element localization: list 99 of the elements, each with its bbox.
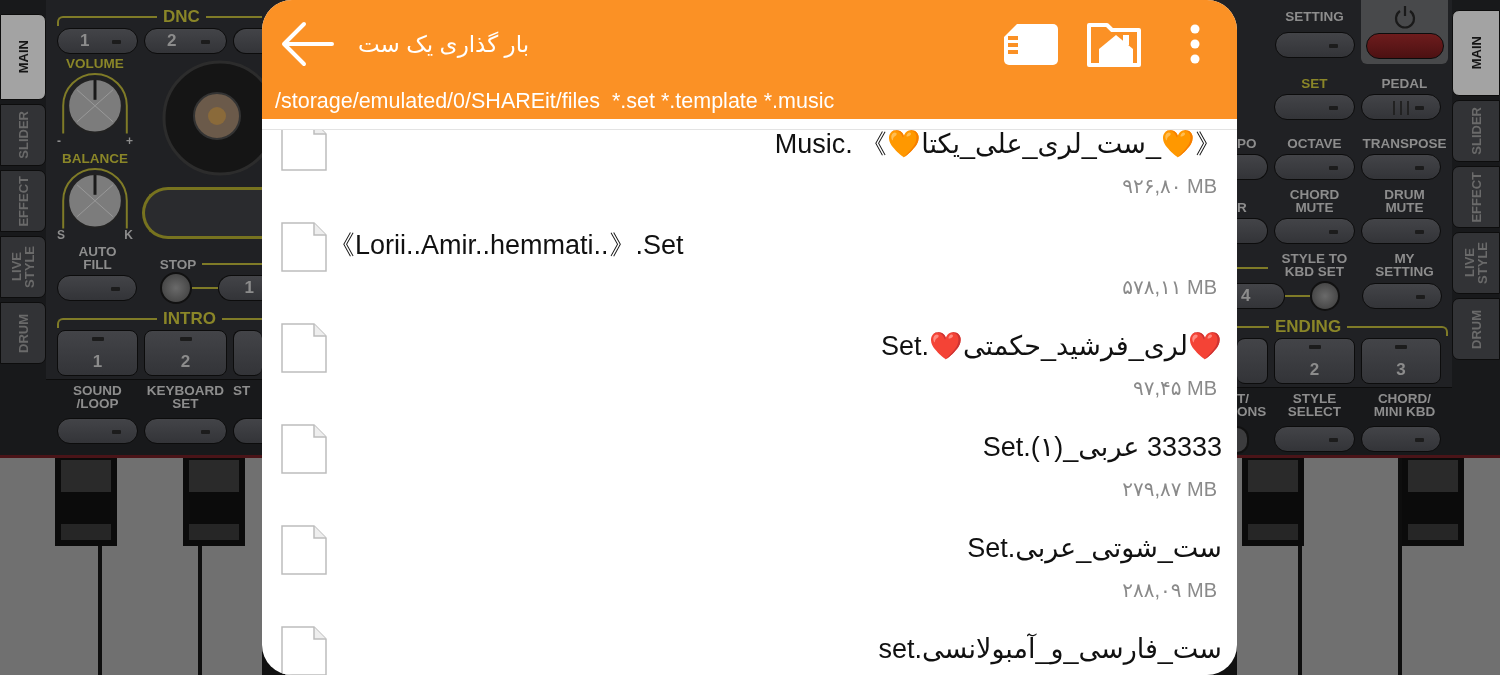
- pad-button[interactable]: [144, 418, 227, 444]
- pad-button[interactable]: [1274, 32, 1355, 58]
- side-tab[interactable]: EFFECT: [1452, 166, 1500, 228]
- control-label: T/ ONS: [1237, 392, 1268, 418]
- pad-button[interactable]: [1361, 426, 1441, 452]
- pad-button[interactable]: [57, 275, 137, 301]
- grip-icon: [1393, 100, 1409, 115]
- pad-button[interactable]: [233, 418, 262, 444]
- control-label: KEYBOARD SET: [145, 384, 226, 410]
- scale-label: K: [124, 230, 133, 242]
- pad-button[interactable]: 2: [1274, 338, 1355, 384]
- pad-button[interactable]: [1237, 154, 1268, 180]
- round-button[interactable]: [160, 272, 192, 304]
- control-label: TRANSPOSE: [1361, 137, 1448, 150]
- side-tab[interactable]: LIVE STYLE: [0, 236, 46, 298]
- sd-card-icon: [1003, 22, 1059, 66]
- file-icon: [280, 423, 328, 475]
- pad-button[interactable]: [1237, 338, 1268, 384]
- folder-up-icon: [1085, 21, 1143, 67]
- control-label: SET: [1300, 77, 1329, 90]
- side-tab[interactable]: LIVE STYLE: [1452, 232, 1500, 294]
- control-label: SETTING: [1285, 10, 1344, 23]
- control-label: OCTAVE: [1286, 137, 1343, 150]
- pad-button[interactable]: [1361, 94, 1441, 120]
- file-size: ۲۸۸,۰۹ MB: [1121, 578, 1218, 602]
- scale-label: +: [126, 135, 133, 148]
- pad-button[interactable]: 4: [1237, 283, 1285, 309]
- pad-button[interactable]: 3: [1361, 338, 1441, 384]
- control-label: ST: [233, 384, 252, 397]
- control-label: VOLUME: [66, 57, 124, 70]
- side-tab[interactable]: SLIDER: [0, 104, 46, 166]
- file-size: ۹۷,۴۵ MB: [1131, 376, 1218, 400]
- control-label: STYLE SELECT: [1286, 392, 1343, 418]
- back-button[interactable]: [280, 21, 334, 67]
- file-icon: [280, 322, 328, 374]
- pad-button[interactable]: [1365, 33, 1444, 59]
- file-row[interactable]: ست_فارسی_و_آمبولانسی.set: [262, 608, 1237, 675]
- dialog-title: بار گذاری یک ست: [358, 29, 530, 60]
- round-button[interactable]: [1237, 426, 1249, 454]
- file-row[interactable]: ست_شوتی_عربی.Set ۲۸۸,۰۹ MB: [262, 507, 1237, 608]
- file-name: ❤لری_فرشید_حکمتی❤.Set: [880, 330, 1222, 364]
- pad-button[interactable]: [1274, 218, 1355, 244]
- file-icon: [280, 524, 328, 576]
- storage-button[interactable]: [1003, 22, 1059, 66]
- pad-button[interactable]: 1: [57, 28, 138, 54]
- control-label: STYLE TO KBD SET: [1280, 252, 1349, 278]
- pad-button[interactable]: [1274, 154, 1355, 180]
- file-name: ست_فارسی_و_آمبولانسی.set: [877, 632, 1222, 667]
- file-size: ۹۲۶,۸۰ MB: [1121, 174, 1218, 198]
- file-size: ۵۷۸,۱۱ MB: [1121, 275, 1218, 299]
- file-size: ۲۷۹,۸۷ MB: [1121, 477, 1218, 501]
- round-button[interactable]: [1310, 281, 1340, 311]
- control-label: CHORD/ MINI KBD: [1372, 392, 1437, 418]
- control-label: R: [1237, 201, 1248, 214]
- control-label: SOUND /LOOP: [72, 384, 123, 410]
- pad-button[interactable]: [1362, 283, 1442, 309]
- pad-button[interactable]: 1: [57, 330, 138, 376]
- folder-up-button[interactable]: [1085, 21, 1143, 67]
- side-tab[interactable]: DRUM: [1452, 298, 1500, 360]
- control-label: STOP: [158, 258, 198, 271]
- file-name: ست_شوتی_عربی.Set: [966, 532, 1222, 566]
- side-tab[interactable]: EFFECT: [0, 170, 46, 232]
- control-label: PEDAL: [1380, 77, 1429, 90]
- file-name: 《🧡_ست_لری_علی_یکتا🧡》 .Music: [773, 130, 1222, 162]
- control-label: MY SETTING: [1374, 252, 1435, 278]
- pad-button[interactable]: 1: [218, 275, 262, 301]
- pad-button[interactable]: 2: [144, 330, 227, 376]
- file-row[interactable]: 33333 عربی_(۱).Set ۲۷۹,۸۷ MB: [262, 406, 1237, 507]
- file-row[interactable]: ❤لری_فرشید_حکمتی❤.Set ۹۷,۴۵ MB: [262, 305, 1237, 406]
- side-tab[interactable]: MAIN: [0, 14, 46, 100]
- pad-button[interactable]: [1361, 218, 1441, 244]
- side-tab[interactable]: DRUM: [0, 302, 46, 364]
- control-label: BALANCE: [62, 151, 128, 165]
- control-label: CHORD MUTE: [1288, 188, 1341, 214]
- file-name: 《Lorii..Amir..hemmati..》.Set: [328, 229, 685, 262]
- control-label: PO: [1237, 137, 1258, 150]
- section-title: INTRO: [163, 310, 216, 328]
- section-title: ENDING: [1275, 318, 1342, 336]
- file-row[interactable]: 《🧡_ست_لری_علی_یکتا🧡》 .Music ۹۲۶,۸۰ MB: [262, 130, 1237, 204]
- pad-button[interactable]: [1274, 426, 1355, 452]
- pad-button[interactable]: [1237, 218, 1268, 244]
- scale-label: S: [57, 230, 65, 242]
- power-icon: [1392, 5, 1417, 29]
- folder-path: /storage/emulated/0/SHAREit/files *.set *.template *.music: [274, 88, 836, 114]
- file-name: 33333 عربی_(۱).Set: [981, 431, 1222, 465]
- pad-button[interactable]: [1274, 94, 1355, 120]
- back-arrow-icon: [280, 21, 334, 67]
- pad-button[interactable]: 2: [144, 28, 227, 54]
- section-title: DNC: [163, 8, 200, 26]
- side-tab[interactable]: SLIDER: [1452, 100, 1500, 162]
- file-icon: [280, 221, 328, 273]
- pad-button[interactable]: [57, 418, 138, 444]
- pad-button[interactable]: [233, 28, 262, 54]
- control-label: AUTO FILL: [77, 245, 118, 271]
- scale-label: -: [57, 135, 61, 148]
- pad-button[interactable]: [1361, 154, 1441, 180]
- pad-button[interactable]: [233, 330, 262, 376]
- side-tab[interactable]: MAIN: [1452, 10, 1500, 96]
- control-label: DRUM MUTE: [1383, 188, 1426, 214]
